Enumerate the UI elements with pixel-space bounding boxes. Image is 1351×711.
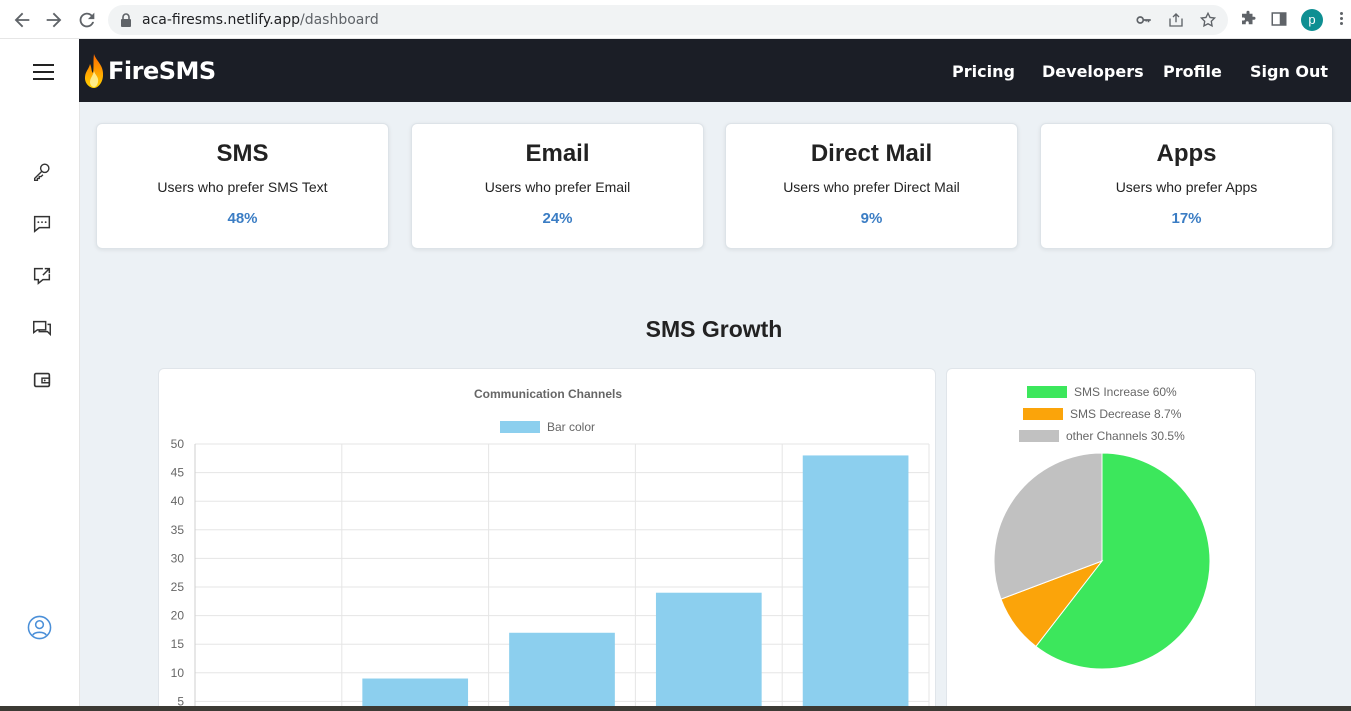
profile-avatar[interactable]: p	[1301, 9, 1323, 31]
stat-card-apps: Apps Users who prefer Apps 17%	[1040, 123, 1333, 249]
sidebar	[0, 39, 80, 711]
card-value: 17%	[1171, 210, 1202, 227]
card-description: Users who prefer Email	[484, 179, 631, 195]
bar	[802, 455, 909, 711]
card-title: Apps	[1156, 140, 1217, 167]
card-value: 9%	[860, 210, 883, 227]
y-tick-label: 35	[171, 523, 185, 537]
address-bar[interactable]: aca-firesms.netlify.app/dashboard	[108, 5, 1228, 35]
bar-chart: Communication ChannelsBar color510152025…	[171, 387, 930, 711]
share-icon[interactable]	[1167, 11, 1185, 29]
key-icon[interactable]	[1135, 11, 1153, 29]
pie-chart: SMS Increase 60% SMS Decrease 8.7% other C…	[993, 385, 1211, 670]
nav-developers[interactable]: Developers	[1042, 62, 1144, 81]
y-tick-label: 25	[171, 580, 185, 594]
legend-label: other Channels 30.5%	[1066, 429, 1185, 443]
card-description: Users who prefer Direct Mail	[783, 179, 960, 195]
section-title: SMS Growth	[645, 316, 783, 342]
os-taskbar	[0, 706, 1351, 711]
y-tick-label: 20	[171, 609, 185, 623]
message-icon[interactable]	[31, 213, 53, 235]
extensions-icon[interactable]	[1239, 10, 1257, 28]
star-icon[interactable]	[1199, 11, 1217, 29]
y-tick-label: 45	[171, 466, 185, 480]
wallet-icon[interactable]	[31, 369, 53, 391]
legend-label: SMS Decrease 8.7%	[1070, 407, 1182, 421]
card-title: SMS	[216, 140, 269, 167]
legend-swatch	[1023, 408, 1063, 420]
pie-chart-panel: SMS Increase 60% SMS Decrease 8.7% other C…	[946, 368, 1256, 711]
menu-icon[interactable]	[1338, 10, 1344, 30]
brand-logo[interactable]: FireSMS	[83, 51, 216, 91]
legend-swatch	[500, 421, 540, 433]
y-tick-label: 40	[171, 494, 185, 508]
legend-label: Bar color	[547, 420, 595, 434]
legend-swatch	[1027, 386, 1067, 398]
card-description: Users who prefer SMS Text	[157, 179, 328, 195]
nav-pricing[interactable]: Pricing	[952, 62, 1015, 81]
nav-profile[interactable]: Profile	[1163, 62, 1222, 81]
top-navbar: FireSMS Pricing Developers Profile Sign …	[79, 39, 1351, 102]
stat-card-sms: SMS Users who prefer SMS Text 48%	[96, 123, 389, 249]
message-forward-icon[interactable]	[31, 265, 53, 287]
key-icon[interactable]	[31, 161, 53, 183]
hamburger-icon[interactable]	[33, 64, 54, 80]
dashboard-main: SMS Users who prefer SMS Text 48% Email …	[80, 102, 1351, 711]
y-tick-label: 50	[171, 437, 185, 451]
card-description: Users who prefer Apps	[1115, 179, 1258, 195]
brand-name: FireSMS	[108, 57, 216, 85]
chat-bubbles-icon[interactable]	[31, 317, 53, 339]
bar	[509, 632, 615, 711]
card-title: Direct Mail	[810, 140, 933, 167]
url-text: aca-firesms.netlify.app/dashboard	[142, 12, 379, 28]
nav-sign-out[interactable]: Sign Out	[1250, 62, 1328, 81]
lock-icon	[121, 13, 131, 27]
legend-label: SMS Increase 60%	[1074, 385, 1177, 399]
bar-chart-panel: Communication Channels Bar color 5 10 15 20 25…	[158, 368, 936, 711]
card-value: 24%	[542, 210, 573, 227]
back-icon[interactable]	[11, 9, 33, 31]
chart-title: Communication Channels	[474, 387, 622, 401]
y-tick-label: 15	[171, 637, 185, 651]
legend-swatch	[1019, 430, 1059, 442]
card-value: 48%	[227, 210, 258, 227]
url-path: /dashboard	[300, 12, 379, 28]
bar	[655, 592, 762, 711]
reload-icon[interactable]	[76, 9, 98, 31]
user-circle-icon[interactable]	[27, 615, 52, 640]
browser-toolbar: aca-firesms.netlify.app/dashboard p	[0, 0, 1351, 39]
side-panel-icon[interactable]	[1270, 10, 1288, 28]
stat-card-direct-mail: Direct Mail Users who prefer Direct Mail…	[725, 123, 1018, 249]
card-title: Email	[525, 140, 590, 167]
stat-card-email: Email Users who prefer Email 24%	[411, 123, 704, 249]
url-host: aca-firesms.netlify.app	[142, 12, 300, 28]
forward-icon[interactable]	[43, 9, 65, 31]
flame-icon	[84, 54, 104, 88]
y-tick-label: 30	[171, 551, 185, 565]
y-tick-label: 10	[171, 666, 185, 680]
